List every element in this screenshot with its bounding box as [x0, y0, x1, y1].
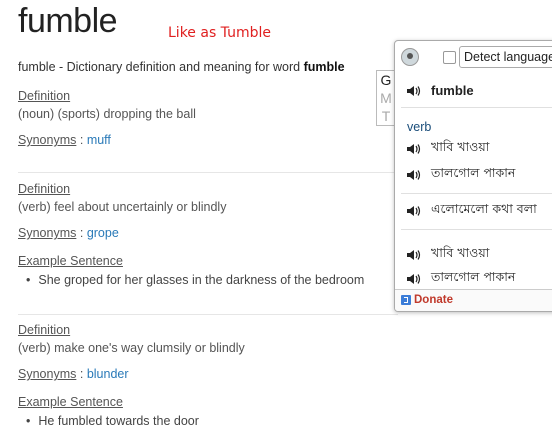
- gmt-tab-g[interactable]: G: [381, 71, 392, 89]
- synonym-link-muff[interactable]: muff: [87, 133, 111, 147]
- synonyms-separator: :: [79, 133, 84, 147]
- headword-row: fumble: [407, 83, 474, 98]
- gmt-side-tab[interactable]: G M T: [376, 70, 396, 126]
- synonyms-label: Synonyms: [18, 367, 77, 381]
- translator-popup: Detect language fumble verb খাবি খাওয়া …: [394, 40, 552, 312]
- synonym-link-blunder[interactable]: blunder: [87, 367, 129, 381]
- definition-label: Definition: [18, 89, 71, 103]
- translation-text: তালগোল পাকান: [431, 165, 516, 180]
- popup-body: fumble verb খাবি খাওয়া তালগোল পাকান এলো…: [395, 75, 552, 287]
- word-title: fumble: [18, 2, 118, 40]
- detect-checkbox[interactable]: [443, 51, 456, 64]
- definition-text: (verb) make one's way clumsily or blindl…: [18, 341, 245, 355]
- divider: [401, 107, 552, 108]
- translation-text: এলোমেলো কথা বলা: [431, 201, 537, 216]
- translation-row: খাবি খাওয়া: [407, 139, 489, 159]
- divider: [18, 314, 398, 315]
- language-select[interactable]: Detect language: [459, 46, 552, 68]
- speaker-icon[interactable]: [407, 85, 421, 97]
- divider: [401, 193, 552, 194]
- donate-label[interactable]: Donate: [414, 294, 453, 306]
- divider: [18, 172, 398, 173]
- subtitle-word: fumble: [303, 60, 345, 74]
- donate-link[interactable]: Donate: [401, 294, 453, 306]
- owl-icon[interactable]: [401, 48, 419, 66]
- translation-row: খাবি খাওয়া: [407, 245, 489, 265]
- translator-headword: fumble: [431, 83, 474, 98]
- divider: [401, 229, 552, 230]
- definition-text: (noun) (sports) dropping the ball: [18, 107, 196, 121]
- translation-text: খাবি খাওয়া: [431, 245, 490, 260]
- popup-footer: Donate: [395, 289, 552, 311]
- translation-text: খাবি খাওয়া: [431, 139, 490, 154]
- example-sentence: She groped for her glasses in the darkne…: [26, 273, 364, 287]
- translation-row: তালগোল পাকান: [407, 269, 515, 289]
- definition-label: Definition: [18, 323, 71, 337]
- speaker-icon[interactable]: [407, 169, 421, 181]
- synonyms-row: Synonyms : grope: [18, 226, 119, 240]
- subtitle-prefix: fumble - Dictionary definition and meani…: [18, 60, 304, 74]
- bitcoin-icon: [401, 295, 411, 305]
- example-label: Example Sentence: [18, 254, 123, 268]
- synonyms-label: Synonyms: [18, 226, 77, 240]
- example-label: Example Sentence: [18, 395, 123, 409]
- synonyms-separator: :: [79, 226, 84, 240]
- gmt-tab-t[interactable]: T: [382, 107, 391, 125]
- translation-row: তালগোল পাকান: [407, 165, 515, 185]
- example-sentence: He fumbled towards the door: [26, 414, 199, 428]
- speaker-icon[interactable]: [407, 273, 421, 285]
- speaker-icon[interactable]: [407, 205, 421, 217]
- speaker-icon[interactable]: [407, 249, 421, 261]
- annotation-note: Like as Tumble: [168, 25, 272, 41]
- definition-label: Definition: [18, 182, 71, 196]
- synonyms-separator: :: [79, 367, 84, 381]
- popup-header: Detect language: [395, 41, 552, 73]
- translation-text: তালগোল পাকান: [431, 269, 516, 284]
- part-of-speech: verb: [407, 120, 432, 134]
- definition-text: (verb) feel about uncertainly or blindly: [18, 200, 227, 214]
- synonyms-row: Synonyms : blunder: [18, 367, 129, 381]
- page-subtitle: fumble - Dictionary definition and meani…: [18, 60, 345, 74]
- gmt-tab-m[interactable]: M: [380, 89, 392, 107]
- translation-row: এলোমেলো কথা বলা: [407, 201, 537, 221]
- speaker-icon[interactable]: [407, 143, 421, 155]
- synonyms-row: Synonyms : muff: [18, 133, 111, 147]
- synonym-link-grope[interactable]: grope: [87, 226, 119, 240]
- synonyms-label: Synonyms: [18, 133, 77, 147]
